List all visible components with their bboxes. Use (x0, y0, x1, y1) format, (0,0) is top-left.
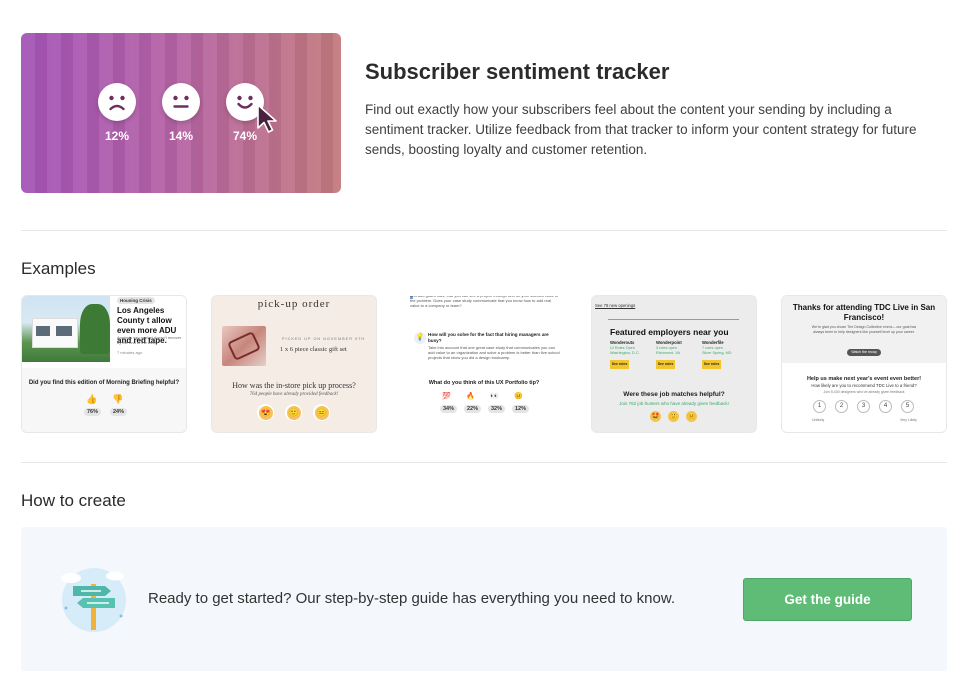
eyes-emoji-icon[interactable]: 👀 (490, 392, 499, 400)
employer-location: Washington, D.C. (610, 351, 640, 355)
divider (21, 462, 947, 463)
vote-percent: 34% (440, 405, 458, 413)
slight-smile-emoji-icon[interactable]: 🙂 (286, 405, 301, 420)
employer-location: Silver Spring, MD (702, 351, 732, 355)
neutral-emoji-icon[interactable]: 😐 (686, 411, 697, 422)
card-subtext: Join 762 job hunters who have already gi… (619, 401, 729, 406)
card-title: Thanks for attending TDC Live in San Fra… (792, 303, 936, 322)
vote-percent: 32% (488, 405, 506, 413)
neutral-emoji-icon[interactable]: 😐 (514, 392, 523, 400)
get-the-guide-button[interactable]: Get the guide (743, 578, 912, 621)
employer-name: Wonderfile (702, 340, 724, 345)
cursor-pointer-icon (257, 104, 277, 133)
example-card-featured-employers[interactable]: See 78 new openings Featured employers n… (592, 296, 756, 432)
card-time: 7 minutes ago (117, 350, 143, 355)
scale-option-3[interactable]: 3 (857, 400, 870, 413)
sad-face-icon (98, 83, 136, 121)
see-roles-button[interactable]: See roles (610, 360, 629, 369)
scale-option-1[interactable]: 1 (813, 400, 826, 413)
card-blurb: Analysts say market doesn't recover by t… (117, 335, 182, 345)
neutral-percent: 14% (168, 129, 194, 143)
hero-description: Find out exactly how your subscribers fe… (365, 102, 917, 157)
card-subquestion: How will you solve for the fact that hir… (428, 332, 549, 343)
card-question: How was the in-store pick up process? (232, 381, 356, 390)
card-question: Were these job matches helpful? (623, 391, 725, 398)
example-card-tdc-live[interactable]: Thanks for attending TDC Live in San Fra… (782, 296, 946, 432)
example-card-pickup-order[interactable]: pick-up order PICKED UP ON NOVEMBER 9TH … (212, 296, 376, 432)
employer-roles: 3 roles open (656, 346, 677, 350)
scale-option-4[interactable]: 4 (879, 400, 892, 413)
employer-roles: UI Roles Open (610, 346, 635, 350)
card-body: Take into account that one great case st… (428, 345, 560, 361)
see-roles-button[interactable]: See roles (702, 360, 721, 369)
sentiment-hero-image: 12% 14% 74% (21, 33, 341, 193)
example-card-ux-portfolio[interactable]: and add guard rails, that you can see a … (402, 296, 566, 432)
house-photo (22, 296, 110, 362)
neutral-emoji-icon[interactable]: 😐 (314, 405, 329, 420)
hero-title: Subscriber sentiment tracker (365, 59, 670, 84)
sad-percent: 12% (104, 129, 130, 143)
employer-name: Wonderoutx (610, 340, 635, 345)
order-item: 1 x 6 piece classic gift set (280, 346, 347, 353)
thumbs-up-icon: 👍 (86, 394, 98, 404)
rule-line (608, 319, 739, 320)
card-title: pick-up order (257, 298, 331, 310)
employer-name: Wonderpoint (656, 340, 682, 345)
card-note: Join 5,430 designers who've already give… (823, 390, 905, 394)
gift-set-photo (222, 326, 266, 366)
hundred-emoji-icon[interactable]: 💯 (442, 392, 451, 400)
scale-option-5[interactable]: 5 (901, 400, 914, 413)
neutral-face-icon (162, 83, 200, 121)
thumbs-down-icon: 👎 (112, 394, 124, 404)
card-subtext: 764 people have already provided feedbac… (249, 392, 339, 397)
vote-percent: 24% (110, 408, 128, 416)
card-blurb: We're glad you chose The Design Collecti… (811, 325, 917, 334)
see-roles-button[interactable]: See roles (656, 360, 675, 369)
pickup-date: PICKED UP ON NOVEMBER 9TH (282, 337, 366, 341)
card-subquestion: How likely are you to recommend TDC Live… (811, 383, 917, 388)
lightbulb-icon: 💡 (414, 332, 426, 344)
heart-eyes-emoji-icon[interactable]: 😍 (258, 405, 273, 420)
employer-roles: 7 roles open (702, 346, 723, 350)
card-question: Help us make next year's event even bett… (806, 376, 922, 382)
fire-emoji-icon[interactable]: 🔥 (466, 392, 475, 400)
guide-panel: Ready to get started? Our step-by-step g… (21, 527, 947, 671)
scale-option-2[interactable]: 2 (835, 400, 848, 413)
watch-recap-button[interactable]: Watch the recap (847, 349, 881, 356)
card-question: What do you think of this UX Portfolio t… (428, 380, 540, 386)
vote-percent: 22% (464, 405, 482, 413)
star-eyes-emoji-icon[interactable]: 🤩 (650, 411, 661, 422)
signpost-icon (61, 568, 126, 632)
card-question: Did you find this edition of Morning Bri… (28, 380, 180, 386)
vote-percent: 12% (512, 405, 530, 413)
slight-smile-emoji-icon[interactable]: 🙂 (668, 411, 679, 422)
examples-heading: Examples (21, 259, 96, 278)
example-card-morning-briefing[interactable]: Housing Crisis Los Angeles County t allo… (22, 296, 186, 432)
tag-badge: Housing Crisis (117, 297, 155, 304)
card-title: Featured employers near you (610, 327, 729, 337)
card-intro: and add guard rails, that you can see a … (410, 296, 558, 309)
how-to-create-heading: How to create (21, 491, 126, 510)
divider (21, 230, 947, 231)
employer-location: Richmond, VA (656, 351, 680, 355)
guide-text: Ready to get started? Our step-by-step g… (148, 590, 675, 607)
openings-link[interactable]: See 78 new openings (595, 303, 635, 308)
scale-high-label: Very Likely (900, 418, 917, 422)
vote-percent: 76% (84, 408, 102, 416)
scale-low-label: Unlikely (812, 418, 825, 422)
